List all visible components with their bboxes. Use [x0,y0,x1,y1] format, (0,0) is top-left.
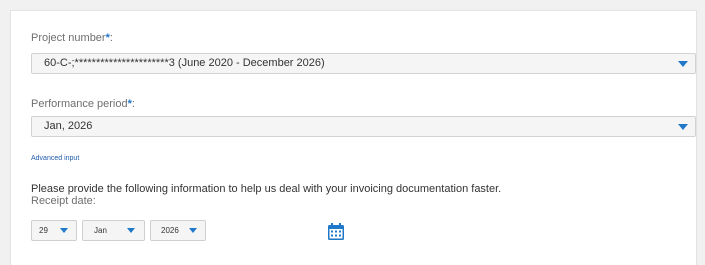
info-text: Please provide the following information… [31,183,502,195]
chevron-down-icon [127,228,135,233]
performance-period-label: Performance period*: [31,98,135,110]
receipt-year-value: 2026 [161,226,179,235]
project-number-label-text: Project number [31,32,106,44]
performance-period-select[interactable]: Jan, 2026 [31,116,696,137]
invoice-form-panel: Project number*: 60-C-;*****************… [10,10,697,265]
performance-period-label-text: Performance period [31,98,128,110]
chevron-down-icon [678,61,688,67]
receipt-day-select[interactable]: 29 [31,220,77,241]
receipt-year-select[interactable]: 2026 [150,220,206,241]
receipt-day-value: 29 [39,226,48,235]
chevron-down-icon [60,228,68,233]
project-number-label: Project number*: [31,32,113,44]
receipt-month-select[interactable]: Jan [82,220,145,241]
performance-period-value: Jan, 2026 [44,120,93,132]
receipt-date-label: Receipt date: [31,195,96,207]
receipt-month-value: Jan [94,226,107,235]
calendar-icon[interactable] [327,223,345,241]
project-number-select[interactable]: 60-C-;**********************3 (June 2020… [31,53,696,74]
chevron-down-icon [189,228,197,233]
label-suffix: : [109,32,113,44]
project-number-value: 60-C-;**********************3 (June 2020… [44,57,325,69]
chevron-down-icon [678,124,688,130]
label-suffix: : [131,98,135,110]
advanced-input-link[interactable]: Advanced input [31,155,79,162]
